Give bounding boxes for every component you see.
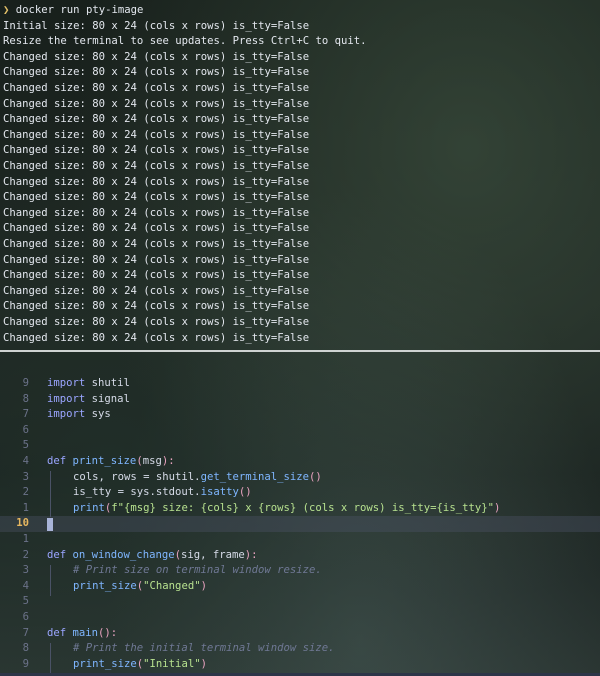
code-line[interactable]: 3 cols, rows = shutil.get_terminal_size() bbox=[0, 470, 600, 486]
prompt-symbol: ❯ bbox=[3, 4, 10, 16]
code-line[interactable]: 8 import signal bbox=[0, 392, 600, 408]
code-line[interactable]: 1 bbox=[0, 532, 600, 548]
code-line[interactable]: 3 # Print size on terminal window resize. bbox=[0, 563, 600, 579]
editor-pane[interactable]: 9 import shutil 8 import signal 7 import sy… bbox=[0, 352, 600, 676]
terminal-output-line: Changed size: 80 x 24 (cols x rows) is_t… bbox=[3, 206, 310, 219]
keyword: def bbox=[47, 455, 67, 467]
line-number: 3 bbox=[22, 564, 29, 577]
line-number: 4 bbox=[22, 579, 29, 592]
line-number: 3 bbox=[22, 470, 29, 483]
terminal-output-line: Changed size: 80 x 24 (cols x rows) is_t… bbox=[3, 144, 310, 157]
terminal-output-line: Changed size: 80 x 24 (cols x rows) is_t… bbox=[3, 66, 310, 79]
terminal-output-line: Changed size: 80 x 24 (cols x rows) is_t… bbox=[3, 316, 310, 328]
code-line[interactable]: 6 bbox=[0, 610, 600, 626]
code-line[interactable]: 1 print(f"{msg} size: {cols} x {rows} (co… bbox=[0, 501, 600, 517]
keyword: import bbox=[47, 377, 86, 389]
code-line[interactable]: 8 # Print the initial terminal window siz… bbox=[0, 641, 600, 657]
function-name: on_window_change bbox=[72, 548, 175, 561]
terminal-output-line: Changed size: 80 x 24 (cols x rows) is_t… bbox=[3, 222, 310, 235]
keyword: def bbox=[47, 626, 67, 639]
terminal-output-line: Changed size: 80 x 24 (cols x rows) is_t… bbox=[3, 128, 310, 141]
code-text: is_tty = sys.stdout. bbox=[73, 486, 201, 499]
module-name: signal bbox=[85, 392, 130, 405]
paren: ): bbox=[161, 455, 175, 467]
function-name: main bbox=[72, 626, 99, 639]
line-number: 9 bbox=[22, 377, 29, 389]
code-line[interactable]: 5 bbox=[0, 438, 600, 454]
line-number: 2 bbox=[22, 486, 29, 499]
current-code-line[interactable]: 10 bbox=[0, 516, 600, 532]
prompt-line: ❯ docker run pty-image bbox=[3, 3, 143, 19]
module-name: shutil bbox=[85, 377, 130, 389]
code-line[interactable]: 6 bbox=[0, 423, 600, 439]
keyword: def bbox=[47, 548, 67, 561]
parameters: sig, frame bbox=[180, 548, 245, 561]
string-literal: "Initial" bbox=[143, 657, 201, 670]
line-number: 6 bbox=[22, 611, 29, 623]
paren: ): bbox=[244, 548, 258, 561]
paren: () bbox=[309, 470, 322, 483]
line-number: 8 bbox=[22, 642, 29, 655]
line-number: 5 bbox=[22, 595, 29, 608]
line-number: 6 bbox=[22, 423, 29, 436]
terminal-output-line: Changed size: 80 x 24 (cols x rows) is_t… bbox=[3, 300, 310, 313]
parameter: msg bbox=[142, 455, 162, 467]
function-call: print_size bbox=[73, 657, 137, 670]
terminal-output-line: Resize the terminal to see updates. Pres… bbox=[3, 35, 367, 48]
terminal-output-line: Changed size: 80 x 24 (cols x rows) is_t… bbox=[3, 175, 310, 188]
terminal-output-line: Changed size: 80 x 24 (cols x rows) is_t… bbox=[3, 50, 310, 63]
paren: ) bbox=[200, 657, 207, 670]
function-call: print bbox=[73, 501, 105, 514]
terminal-output-line: Changed size: 80 x 24 (cols x rows) is_t… bbox=[3, 253, 310, 266]
line-number: 9 bbox=[22, 657, 29, 670]
paren: () bbox=[238, 486, 252, 499]
code-line[interactable]: 9 import shutil bbox=[0, 376, 600, 392]
code-line[interactable]: 4 def print_size(msg): bbox=[0, 454, 600, 470]
terminal-output-line: Changed size: 80 x 24 (cols x rows) is_t… bbox=[3, 113, 310, 126]
line-number: 8 bbox=[22, 392, 29, 405]
paren: (): bbox=[98, 626, 118, 639]
keyword: import bbox=[47, 408, 86, 421]
current-line-number: 10 bbox=[16, 517, 29, 530]
function-call: print_size bbox=[73, 579, 137, 592]
terminal-output-line: Changed size: 80 x 24 (cols x rows) is_t… bbox=[3, 82, 310, 94]
code-line[interactable]: 4 print_size("Changed") bbox=[0, 579, 600, 595]
code-line[interactable]: 9 print_size("Initial") bbox=[0, 657, 600, 673]
paren: ) bbox=[200, 579, 207, 592]
keyword: import bbox=[47, 392, 86, 405]
function-call: isatty bbox=[200, 486, 239, 499]
terminal-output-line: Changed size: 80 x 24 (cols x rows) is_t… bbox=[3, 331, 310, 344]
line-number: 7 bbox=[22, 626, 29, 639]
code-line[interactable]: 2 def on_window_change(sig, frame): bbox=[0, 548, 600, 564]
line-number: 4 bbox=[22, 455, 29, 467]
text-cursor bbox=[47, 517, 53, 531]
paren: ) bbox=[493, 501, 501, 514]
line-number: 5 bbox=[22, 439, 29, 452]
terminal-command: docker run pty-image bbox=[15, 4, 144, 16]
code-line[interactable]: 5 bbox=[0, 594, 600, 610]
line-number: 1 bbox=[22, 533, 29, 545]
string-literal: f"{msg} size: {cols} x {rows} (cols x ro… bbox=[111, 501, 494, 514]
comment: # Print the initial terminal window size… bbox=[73, 642, 335, 655]
line-number: 7 bbox=[22, 408, 29, 421]
terminal-pane[interactable]: ❯ docker run pty-image Initial size: 80 … bbox=[0, 0, 600, 350]
module-name: sys bbox=[85, 408, 111, 421]
code-text: cols, rows = shutil. bbox=[73, 470, 201, 483]
terminal-output-line: Changed size: 80 x 24 (cols x rows) is_t… bbox=[3, 97, 310, 110]
string-literal: "Changed" bbox=[143, 579, 201, 592]
function-name: print_size bbox=[72, 455, 137, 467]
terminal-output-line: Changed size: 80 x 24 (cols x rows) is_t… bbox=[3, 238, 310, 250]
code-line[interactable]: 7 def main(): bbox=[0, 626, 600, 642]
terminal-output-line: Changed size: 80 x 24 (cols x rows) is_t… bbox=[3, 269, 310, 282]
function-call: get_terminal_size bbox=[200, 470, 309, 483]
terminal-output-line: Initial size: 80 x 24 (cols x rows) is_t… bbox=[3, 19, 310, 32]
terminal-output-line: Changed size: 80 x 24 (cols x rows) is_t… bbox=[3, 284, 310, 297]
line-number: 2 bbox=[22, 548, 29, 561]
comment: # Print size on terminal window resize. bbox=[73, 564, 322, 577]
terminal-output-line: Changed size: 80 x 24 (cols x rows) is_t… bbox=[3, 191, 310, 204]
terminal-output-line: Changed size: 80 x 24 (cols x rows) is_t… bbox=[3, 160, 310, 172]
code-line[interactable]: 7 import sys bbox=[0, 407, 600, 423]
line-number: 1 bbox=[22, 501, 29, 514]
code-line[interactable]: 2 is_tty = sys.stdout.isatty() bbox=[0, 485, 600, 501]
